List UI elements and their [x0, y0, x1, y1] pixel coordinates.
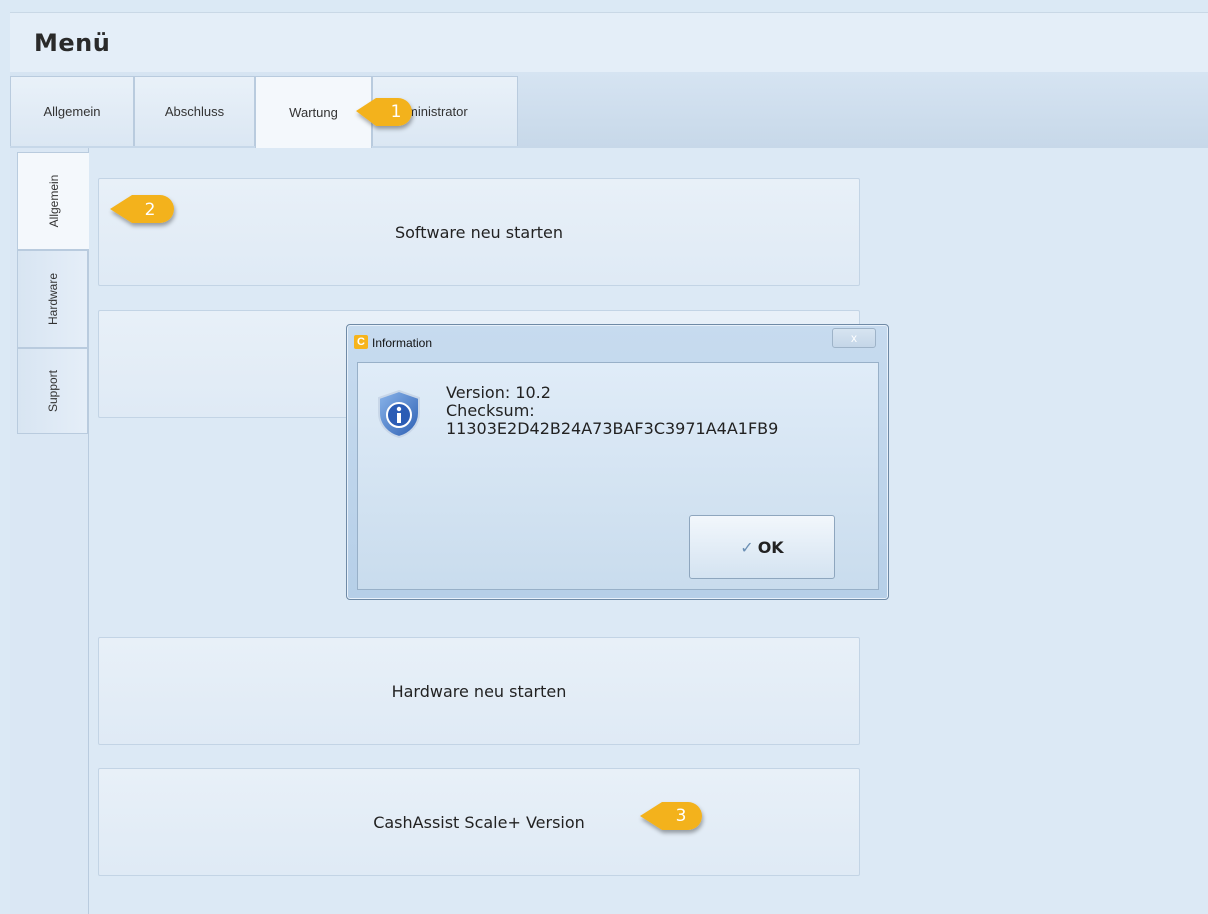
callout-2: 2 [108, 193, 174, 227]
callout-1: 1 [354, 94, 412, 128]
hardware-restart-button[interactable]: Hardware neu starten [98, 637, 860, 745]
info-shield-icon [378, 389, 420, 439]
check-icon: ✓ [740, 537, 754, 557]
ok-button[interactable]: ✓ OK [689, 515, 835, 579]
software-restart-button[interactable]: Software neu starten [98, 178, 860, 286]
callout-2-number: 2 [144, 200, 156, 220]
callout-3-number: 3 [675, 806, 687, 826]
version-text: Version: 10.2 [446, 383, 551, 402]
page-title: Menü [34, 29, 111, 57]
checksum-value: 11303E2D42B24A73BAF3C3971A4A1FB9 [446, 419, 779, 438]
dialog-titlebar[interactable]: C Information x [347, 325, 888, 361]
tab-allgemein[interactable]: Allgemein [10, 76, 134, 146]
checksum-label: Checksum: [446, 401, 535, 420]
app-logo-icon: C [354, 335, 368, 349]
callout-3: 3 [638, 799, 702, 833]
side-tab-hardware[interactable]: Hardware [17, 250, 88, 348]
side-tab-panel: Allgemein Hardware Support [10, 148, 89, 914]
callout-1-number: 1 [390, 102, 402, 122]
dialog-body: Version: 10.2 Checksum: 11303E2D42B24A73… [357, 362, 879, 590]
information-dialog: C Information x Version: 10.2 Checksum: … [346, 324, 889, 600]
dialog-title: Information [372, 336, 433, 350]
version-button[interactable]: CashAssist Scale+ Version [98, 768, 860, 876]
top-tab-bar: Allgemein Abschluss Wartung ministrator [10, 72, 1208, 149]
dialog-message: Version: 10.2 Checksum: 11303E2D42B24A73… [446, 384, 778, 438]
app-header: Menü [10, 12, 1208, 73]
tab-abschluss[interactable]: Abschluss [134, 76, 255, 146]
close-icon[interactable]: x [832, 328, 876, 348]
side-tab-support[interactable]: Support [17, 348, 88, 434]
side-tab-allgemein[interactable]: Allgemein [17, 152, 89, 250]
